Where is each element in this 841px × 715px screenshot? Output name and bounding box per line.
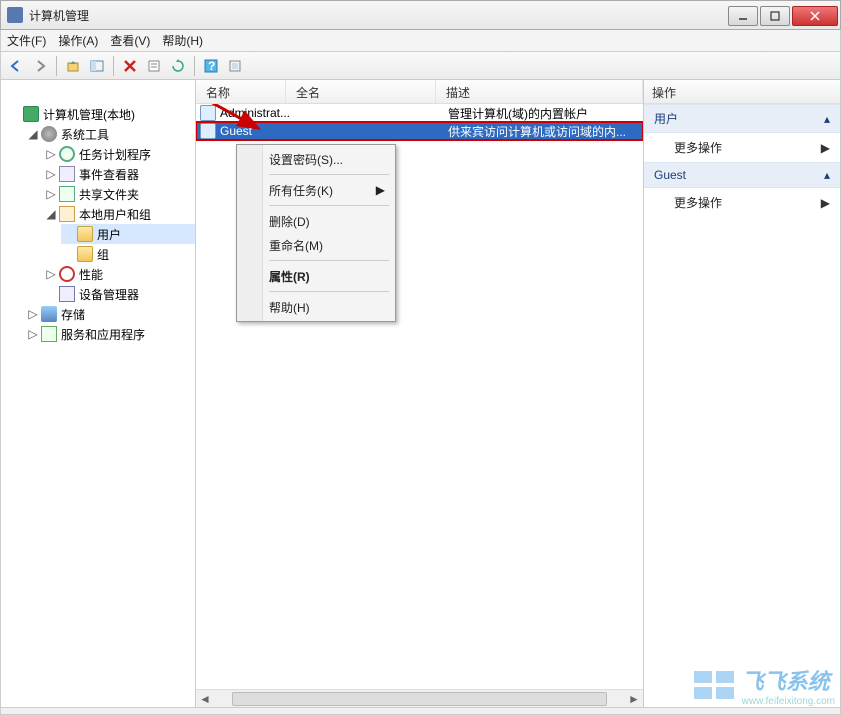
up-button[interactable] (62, 55, 84, 77)
close-button[interactable] (792, 6, 838, 26)
context-menu: 设置密码(S)... 所有任务(K)▶ 删除(D) 重命名(M) 属性(R) 帮… (236, 144, 396, 322)
maximize-button[interactable] (760, 6, 790, 26)
ctx-help[interactable]: 帮助(H) (239, 295, 393, 319)
svg-text:?: ? (208, 59, 215, 73)
submenu-arrow-icon: ▶ (376, 183, 385, 197)
forward-button[interactable] (29, 55, 51, 77)
list-pane: 名称 全名 描述 Administrat... 管理计算机(域)的内置帐户 Gu… (196, 80, 644, 707)
menubar: 文件(F) 操作(A) 查看(V) 帮助(H) (0, 30, 841, 52)
collapse-icon: ▴ (824, 112, 830, 126)
tree-event-viewer[interactable]: ▷事件查看器 (43, 164, 195, 184)
list-header: 名称 全名 描述 (196, 80, 643, 104)
ctx-delete[interactable]: 删除(D) (239, 209, 393, 233)
tree-pane: ▶ 计算机管理(本地) ◢ 系统工具 ▷任务计划程序 ▷事件查看器 ▷共享文件夹 (1, 80, 196, 707)
export-icon[interactable] (224, 55, 246, 77)
submenu-arrow-icon: ▶ (821, 141, 830, 155)
tree-task-scheduler[interactable]: ▷任务计划程序 (43, 144, 195, 164)
window-title: 计算机管理 (29, 7, 89, 24)
tree-system-tools[interactable]: ◢ 系统工具 (25, 124, 195, 144)
collapse-icon: ▴ (824, 168, 830, 182)
ctx-set-password[interactable]: 设置密码(S)... (239, 147, 393, 171)
titlebar: 计算机管理 (0, 0, 841, 30)
tree-groups[interactable]: ▷组 (61, 244, 195, 264)
tree-performance[interactable]: ▷性能 (43, 264, 195, 284)
scroll-left-icon[interactable]: ◄ (196, 690, 214, 708)
col-desc[interactable]: 描述 (436, 80, 643, 103)
horizontal-scrollbar[interactable]: ◄ ► (196, 689, 643, 707)
tree-shared-folders[interactable]: ▷共享文件夹 (43, 184, 195, 204)
watermark: 飞飞系统 www.feifeixitong.com (694, 664, 835, 707)
actions-more-users[interactable]: 更多操作 ▶ (644, 133, 840, 162)
ctx-rename[interactable]: 重命名(M) (239, 233, 393, 257)
app-icon (7, 7, 23, 23)
scroll-thumb[interactable] (232, 692, 607, 706)
tree-device-manager[interactable]: ▷设备管理器 (43, 284, 195, 304)
toolbar: ? (0, 52, 841, 80)
minimize-button[interactable] (728, 6, 758, 26)
menu-file[interactable]: 文件(F) (7, 32, 46, 49)
scroll-right-icon[interactable]: ► (625, 690, 643, 708)
actions-group-guest[interactable]: Guest ▴ (644, 162, 840, 188)
tree-services-apps[interactable]: ▷服务和应用程序 (25, 324, 195, 344)
ctx-all-tasks[interactable]: 所有任务(K)▶ (239, 178, 393, 202)
actions-header: 操作 (644, 80, 840, 104)
watermark-logo-icon (694, 671, 736, 701)
back-button[interactable] (5, 55, 27, 77)
help-icon[interactable]: ? (200, 55, 222, 77)
tree-storage[interactable]: ▷存储 (25, 304, 195, 324)
menu-view[interactable]: 查看(V) (110, 32, 150, 49)
actions-more-guest[interactable]: 更多操作 ▶ (644, 188, 840, 217)
tree-users[interactable]: ▷用户 (61, 224, 195, 244)
properties-icon[interactable] (143, 55, 165, 77)
ctx-properties[interactable]: 属性(R) (239, 264, 393, 288)
statusbar (0, 707, 841, 715)
tree-local-users-groups[interactable]: ◢本地用户和组 (43, 204, 195, 224)
delete-icon[interactable] (119, 55, 141, 77)
annotation-arrow-icon (201, 104, 271, 149)
menu-help[interactable]: 帮助(H) (162, 32, 203, 49)
menu-action[interactable]: 操作(A) (58, 32, 98, 49)
tree-root[interactable]: ▶ 计算机管理(本地) (7, 104, 195, 124)
col-fullname[interactable]: 全名 (286, 80, 436, 103)
show-hide-tree-button[interactable] (86, 55, 108, 77)
refresh-icon[interactable] (167, 55, 189, 77)
actions-pane: 操作 用户 ▴ 更多操作 ▶ Guest ▴ 更多操作 ▶ (644, 80, 840, 707)
actions-group-users[interactable]: 用户 ▴ (644, 104, 840, 133)
submenu-arrow-icon: ▶ (821, 196, 830, 210)
col-name[interactable]: 名称 (196, 80, 286, 103)
